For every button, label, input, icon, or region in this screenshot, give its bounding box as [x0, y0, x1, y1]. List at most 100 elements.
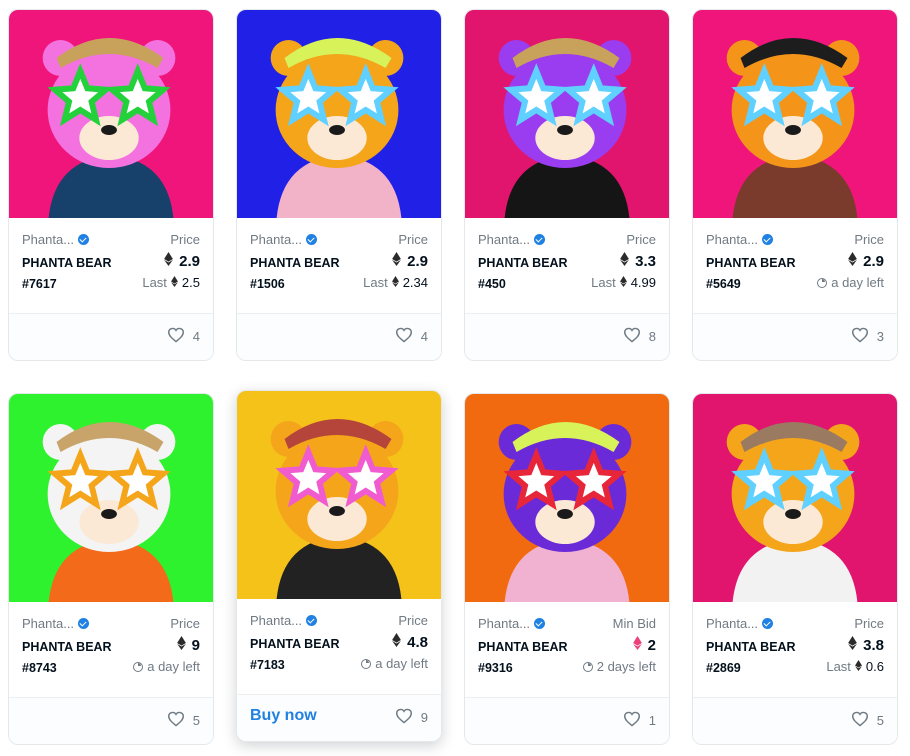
- card-footer: 4: [9, 313, 213, 360]
- favorite-count: 9: [420, 710, 428, 725]
- price-label: Price: [626, 232, 656, 247]
- favorite-button[interactable]: 5: [851, 711, 884, 730]
- price-amount: 2.9: [179, 252, 200, 270]
- nft-name[interactable]: PHANTA BEAR #450: [478, 253, 586, 295]
- collection-label: Phanta...: [706, 616, 759, 631]
- price-label: Price: [398, 232, 428, 247]
- nft-image[interactable]: [9, 394, 213, 602]
- buy-now-button[interactable]: Buy now: [250, 707, 317, 725]
- bear-snout: [79, 116, 139, 160]
- bear-nose: [785, 125, 801, 135]
- collection-label: Phanta...: [478, 232, 531, 247]
- price-label: Price: [398, 613, 428, 628]
- eth-icon: [619, 275, 627, 290]
- clock-icon: [361, 658, 372, 669]
- nft-name[interactable]: PHANTA BEAR #5649: [706, 253, 814, 295]
- nft-image[interactable]: [693, 10, 897, 218]
- nft-card[interactable]: Phanta... PHANTA BEAR #7617 Price 2.9 Last 2.…: [8, 9, 214, 361]
- nft-card[interactable]: Phanta... PHANTA BEAR #9316 Min Bid 2 2 days…: [464, 393, 670, 745]
- price-value: 2.9: [392, 252, 428, 270]
- card-footer: Buy now 9: [237, 694, 441, 741]
- collection-label: Phanta...: [478, 616, 531, 631]
- last-sale-label: Last: [591, 275, 616, 290]
- nft-image[interactable]: [237, 10, 441, 218]
- nft-card[interactable]: Phanta... PHANTA BEAR #1506 Price 2.9 Last 2.…: [236, 9, 442, 361]
- price-value: 2: [632, 636, 656, 654]
- nft-name[interactable]: PHANTA BEAR #7183: [250, 634, 358, 676]
- favorite-button[interactable]: 3: [851, 327, 884, 346]
- card-footer: 1: [465, 697, 669, 744]
- collection-name[interactable]: Phanta...: [478, 232, 546, 247]
- price-label: Min Bid: [612, 616, 656, 631]
- nft-image[interactable]: [693, 394, 897, 602]
- nft-card[interactable]: Phanta... PHANTA BEAR #450 Price 3.3 Last 4.9…: [464, 9, 670, 361]
- nft-name[interactable]: PHANTA BEAR #2869: [706, 637, 814, 679]
- collection-name[interactable]: Phanta...: [478, 616, 546, 631]
- bear-snout: [763, 116, 823, 160]
- nft-card[interactable]: Phanta... PHANTA BEAR #2869 Price 3.8 Last 0.…: [692, 393, 898, 745]
- collection-label: Phanta...: [250, 232, 303, 247]
- eth-icon: [392, 633, 402, 651]
- last-sale-value: 0.6: [865, 659, 884, 674]
- collection-name[interactable]: Phanta...: [250, 613, 318, 628]
- last-sale: Last 2.5: [142, 275, 200, 290]
- bear-nose: [557, 509, 573, 519]
- collection-label: Phanta...: [250, 613, 303, 628]
- verified-badge-icon: [78, 234, 90, 245]
- time-left-value: a day left: [147, 659, 200, 674]
- bear-snout: [79, 500, 139, 544]
- card-info: Phanta... PHANTA BEAR #7183 Price 4.8 a day …: [250, 613, 428, 683]
- favorite-button[interactable]: 8: [623, 327, 656, 346]
- favorite-button[interactable]: 4: [167, 327, 200, 346]
- eth-icon: [854, 659, 862, 674]
- price-value: 3.8: [848, 636, 884, 654]
- nft-image[interactable]: [465, 394, 669, 602]
- collection-label: Phanta...: [22, 232, 75, 247]
- price-amount: 9: [191, 636, 200, 654]
- price-amount: 2.9: [863, 252, 884, 270]
- price-value: 3.3: [620, 252, 656, 270]
- bear-snout: [535, 116, 595, 160]
- favorite-button[interactable]: 9: [395, 708, 428, 727]
- nft-card[interactable]: Phanta... PHANTA BEAR #8743 Price 9 a day le…: [8, 393, 214, 745]
- nft-name[interactable]: PHANTA BEAR #9316: [478, 637, 586, 679]
- card-info: Phanta... PHANTA BEAR #5649 Price 2.9 a day …: [706, 232, 884, 302]
- collection-name[interactable]: Phanta...: [22, 232, 90, 247]
- favorite-button[interactable]: 1: [623, 711, 656, 730]
- verified-badge-icon: [534, 234, 546, 245]
- bear-snout: [307, 497, 367, 541]
- nft-image[interactable]: [465, 10, 669, 218]
- nft-name[interactable]: PHANTA BEAR #8743: [22, 637, 130, 679]
- card-info: Phanta... PHANTA BEAR #2869 Price 3.8 Last 0.…: [706, 616, 884, 686]
- bear-snout: [307, 116, 367, 160]
- nft-image[interactable]: [9, 10, 213, 218]
- favorite-button[interactable]: 4: [395, 327, 428, 346]
- weth-icon: [632, 636, 642, 654]
- bear-nose: [101, 125, 117, 135]
- price-amount: 3.8: [863, 636, 884, 654]
- price-amount: 2.9: [407, 252, 428, 270]
- bear-nose: [557, 125, 573, 135]
- card-info: Phanta... PHANTA BEAR #450 Price 3.3 Last 4.9…: [478, 232, 656, 302]
- price-amount: 2: [647, 636, 656, 654]
- favorite-button[interactable]: 5: [167, 711, 200, 730]
- last-sale-label: Last: [363, 275, 388, 290]
- nft-image[interactable]: [237, 391, 441, 599]
- eth-icon: [170, 275, 178, 290]
- eth-icon: [848, 252, 858, 270]
- clock-icon: [582, 661, 593, 672]
- collection-name[interactable]: Phanta...: [250, 232, 318, 247]
- collection-name[interactable]: Phanta...: [22, 616, 90, 631]
- nft-name[interactable]: PHANTA BEAR #7617: [22, 253, 130, 295]
- nft-card[interactable]: Phanta... PHANTA BEAR #5649 Price 2.9 a day …: [692, 9, 898, 361]
- collection-name[interactable]: Phanta...: [706, 232, 774, 247]
- eth-icon: [391, 275, 399, 290]
- verified-badge-icon: [78, 618, 90, 629]
- clock-icon: [817, 277, 828, 288]
- time-left: 2 days left: [582, 659, 656, 674]
- collection-name[interactable]: Phanta...: [706, 616, 774, 631]
- heart-icon: [623, 711, 641, 730]
- nft-card[interactable]: Phanta... PHANTA BEAR #7183 Price 4.8 a day …: [236, 390, 442, 742]
- nft-name[interactable]: PHANTA BEAR #1506: [250, 253, 358, 295]
- favorite-count: 4: [420, 329, 428, 344]
